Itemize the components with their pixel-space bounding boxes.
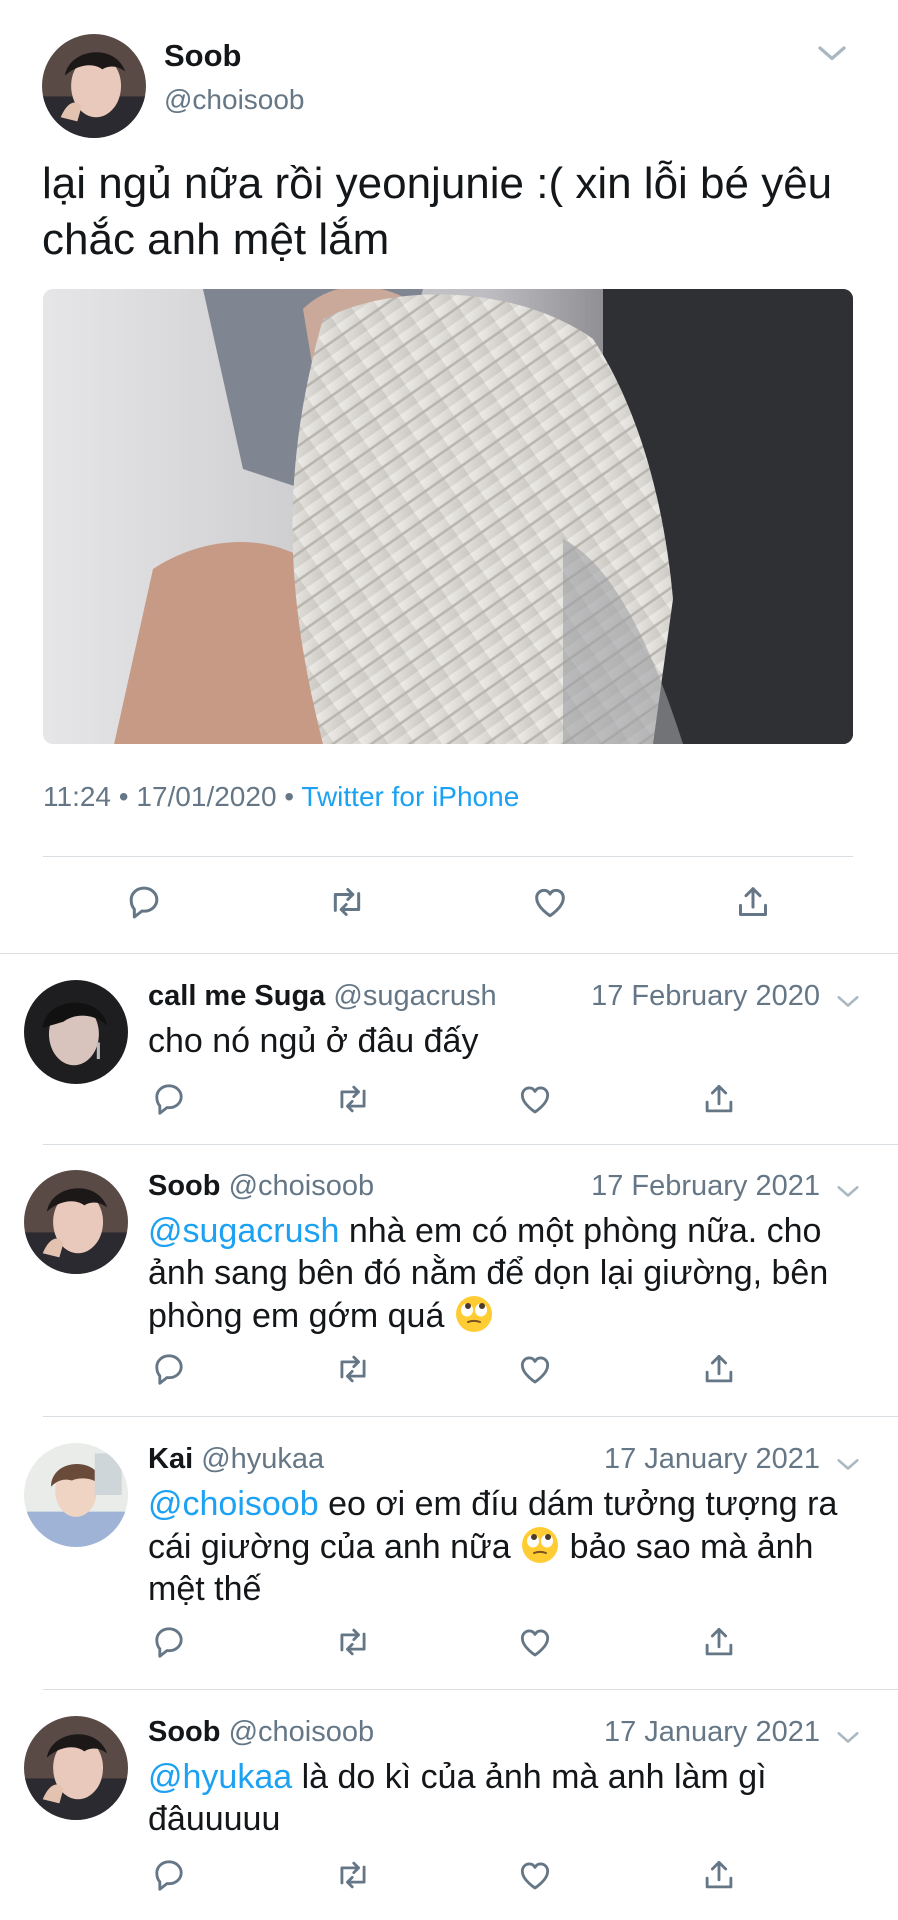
share-icon <box>700 1350 738 1388</box>
tweet-meta: 11:24 • 17/01/2020 • Twitter for iPhone <box>43 781 519 813</box>
reply-button[interactable] <box>150 1856 188 1894</box>
reply-date: 17 January 2021 <box>603 1443 820 1475</box>
avatar[interactable] <box>24 1716 128 1820</box>
author-name[interactable]: Soob <box>164 38 242 74</box>
avatar[interactable] <box>24 980 128 1084</box>
tweet-date: 17/01/2020 <box>136 781 277 812</box>
meta-separator: • <box>118 781 129 812</box>
reply-author-name[interactable]: Soob <box>148 1716 221 1748</box>
divider <box>0 953 898 954</box>
share-icon <box>700 1623 738 1661</box>
share-button[interactable] <box>733 882 773 922</box>
heart-icon <box>530 882 570 922</box>
speech-bubble-icon <box>150 1080 188 1118</box>
mention-link[interactable]: @sugacrush <box>148 1212 339 1250</box>
reply-header: Soob @choisoob <box>148 1170 374 1203</box>
divider <box>43 1144 898 1145</box>
heart-icon <box>516 1080 554 1118</box>
reply-author-name[interactable]: Soob <box>148 1170 221 1202</box>
retweet-button[interactable] <box>334 1350 372 1388</box>
reply-author-name[interactable]: call me Suga <box>148 980 325 1012</box>
heart-icon <box>516 1350 554 1388</box>
reply-text: @hyukaa là do kì của ảnh mà anh làm gì đ… <box>148 1756 848 1840</box>
reply-author-handle[interactable]: @hyukaa <box>201 1443 324 1475</box>
reply-author-handle[interactable]: @choisoob <box>229 1716 375 1748</box>
share-button[interactable] <box>700 1623 738 1661</box>
retweet-icon <box>334 1856 372 1894</box>
reply-header: Soob @choisoob <box>148 1716 374 1749</box>
speech-bubble-icon <box>150 1856 188 1894</box>
reply-button[interactable] <box>150 1350 188 1388</box>
avatar[interactable] <box>24 1170 128 1274</box>
like-button[interactable] <box>516 1856 554 1894</box>
divider <box>43 1689 898 1690</box>
chevron-down-icon[interactable] <box>834 1451 862 1479</box>
reply-header: call me Suga @sugacrush <box>148 980 497 1013</box>
share-button[interactable] <box>700 1080 738 1118</box>
divider <box>43 1416 898 1417</box>
reply-button[interactable] <box>150 1623 188 1661</box>
chevron-down-icon[interactable] <box>814 36 850 72</box>
share-button[interactable] <box>700 1856 738 1894</box>
like-button[interactable] <box>516 1623 554 1661</box>
mention-link[interactable]: @choisoob <box>148 1485 319 1523</box>
reply-button[interactable] <box>150 1080 188 1118</box>
divider <box>43 856 853 857</box>
reply-date: 17 February 2020 <box>591 980 820 1012</box>
share-icon <box>700 1856 738 1894</box>
chevron-down-icon[interactable] <box>834 1178 862 1206</box>
meta-separator: • <box>284 781 295 812</box>
reply-text: cho nó ngủ ở đâu đấy <box>148 1020 848 1062</box>
reply-author-handle[interactable]: @sugacrush <box>333 980 496 1012</box>
heart-icon <box>516 1856 554 1894</box>
author-avatar[interactable] <box>42 34 146 138</box>
like-button[interactable] <box>516 1350 554 1388</box>
like-button[interactable] <box>516 1080 554 1118</box>
eye-roll-emoji-icon <box>520 1525 560 1565</box>
retweet-button[interactable] <box>334 1856 372 1894</box>
retweet-icon <box>334 1350 372 1388</box>
chevron-down-icon[interactable] <box>834 1724 862 1752</box>
share-button[interactable] <box>700 1350 738 1388</box>
tweet-source-link[interactable]: Twitter for iPhone <box>301 781 519 812</box>
retweet-button[interactable] <box>327 882 367 922</box>
share-icon <box>700 1080 738 1118</box>
tweet-photo[interactable] <box>43 289 853 744</box>
retweet-button[interactable] <box>334 1623 372 1661</box>
reply-text: @sugacrush nhà em có một phòng nữa. cho … <box>148 1210 848 1337</box>
speech-bubble-icon <box>150 1350 188 1388</box>
heart-icon <box>516 1623 554 1661</box>
share-icon <box>733 882 773 922</box>
chevron-down-icon[interactable] <box>834 988 862 1016</box>
tweet-text: lại ngủ nữa rồi yeonjunie :( xin lỗi bé … <box>42 159 833 264</box>
tweet-time: 11:24 <box>43 781 111 812</box>
reply-text-body: cho nó ngủ ở đâu đấy <box>148 1022 479 1060</box>
reply-date: 17 February 2021 <box>591 1170 820 1202</box>
mention-link[interactable]: @hyukaa <box>148 1758 292 1796</box>
like-button[interactable] <box>530 882 570 922</box>
reply-author-handle[interactable]: @choisoob <box>229 1170 375 1202</box>
reply-button[interactable] <box>124 882 164 922</box>
retweet-button[interactable] <box>334 1080 372 1118</box>
speech-bubble-icon <box>150 1623 188 1661</box>
speech-bubble-icon <box>124 882 164 922</box>
eye-roll-emoji-icon <box>454 1294 494 1334</box>
retweet-icon <box>334 1080 372 1118</box>
avatar[interactable] <box>24 1443 128 1547</box>
retweet-icon <box>327 882 367 922</box>
reply-author-name[interactable]: Kai <box>148 1443 193 1475</box>
author-handle[interactable]: @choisoob <box>164 84 305 116</box>
reply-text: @choisoob eo ơi em đíu dám tưởng tượng r… <box>148 1483 848 1610</box>
reply-date: 17 January 2021 <box>603 1716 820 1748</box>
reply-header: Kai @hyukaa <box>148 1443 324 1476</box>
retweet-icon <box>334 1623 372 1661</box>
